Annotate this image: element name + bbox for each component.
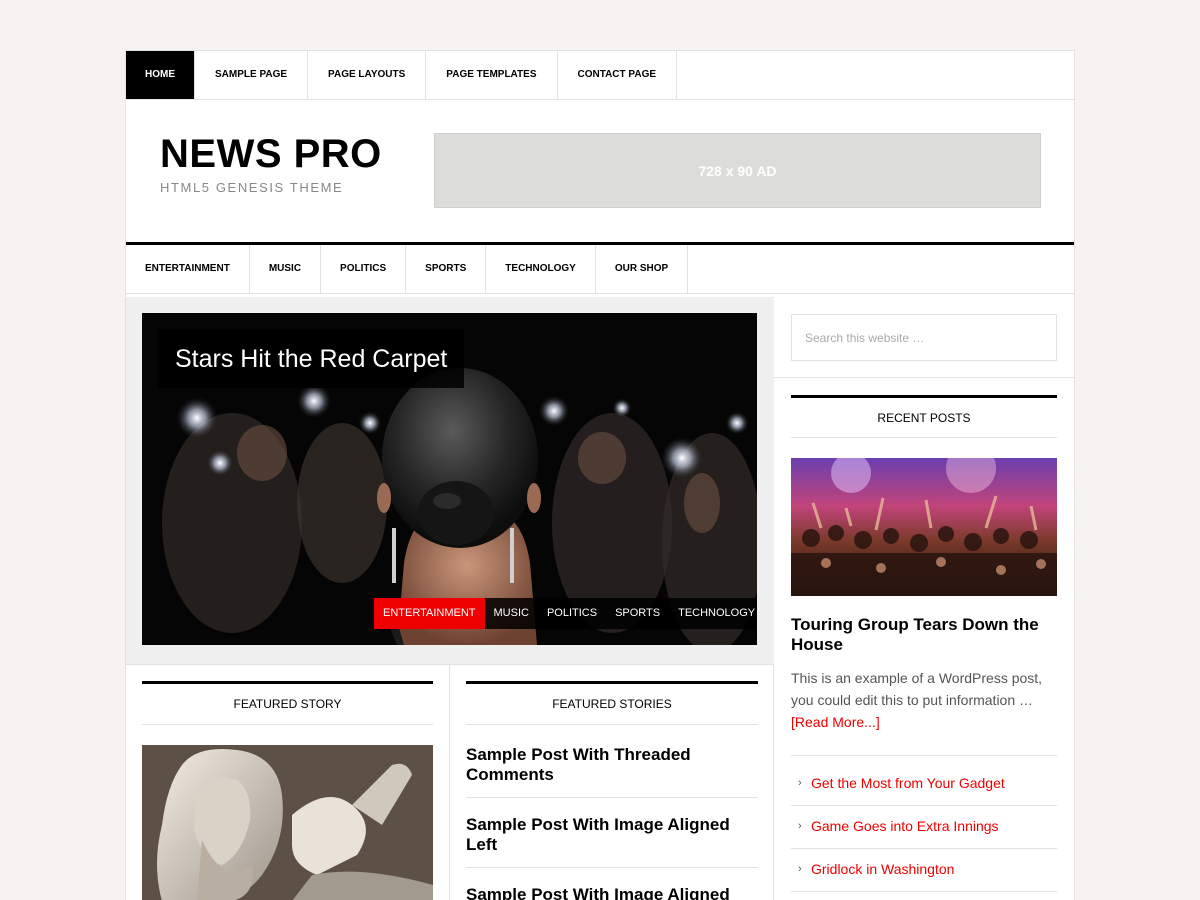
hero-tab-music[interactable]: MUSIC xyxy=(484,598,538,629)
featured-stories-widget: FEATURED STORIES Sample Post With Thread… xyxy=(450,665,774,900)
nav-item-page-templates[interactable]: PAGE TEMPLATES xyxy=(426,51,558,99)
recent-post-link[interactable]: › Get the Most from Your Gadget xyxy=(791,763,1057,806)
hero-tab-politics[interactable]: POLITICS xyxy=(537,598,607,629)
hero-section: Stars Hit the Red Carpet ENTERTAINMENT M… xyxy=(126,297,774,665)
recent-posts-list: › Get the Most from Your Gadget › Game Goe… xyxy=(791,763,1057,892)
read-more-link[interactable]: [Read More...] xyxy=(791,714,880,730)
nav-item-our-shop[interactable]: OUR SHOP xyxy=(596,245,689,293)
chevron-right-icon: › xyxy=(798,863,802,875)
sidebar: RECENT POSTS xyxy=(774,297,1074,900)
featured-story-image[interactable] xyxy=(142,745,433,900)
nav-item-music[interactable]: MUSIC xyxy=(250,245,322,293)
main-content: Stars Hit the Red Carpet ENTERTAINMENT M… xyxy=(126,297,774,900)
site-header: NEWS PRO HTML5 GENESIS THEME 728 x 90 AD xyxy=(126,100,1074,245)
nav-item-sports[interactable]: SPORTS xyxy=(406,245,487,293)
nav-item-home[interactable]: HOME xyxy=(126,51,195,99)
hero-category-tabs: ENTERTAINMENT MUSIC POLITICS SPORTS TECH… xyxy=(374,598,757,629)
recent-post-link-label: Game Goes into Extra Innings xyxy=(811,818,999,834)
nav-item-contact-page[interactable]: CONTACT PAGE xyxy=(558,51,678,99)
hero-title[interactable]: Stars Hit the Red Carpet xyxy=(158,329,465,388)
site-container: HOME SAMPLE PAGE PAGE LAYOUTS PAGE TEMPL… xyxy=(125,50,1075,900)
recent-post-excerpt: This is an example of a WordPress post, … xyxy=(791,667,1057,733)
sidebar-divider xyxy=(791,755,1057,756)
hero-tab-entertainment[interactable]: ENTERTAINMENT xyxy=(374,598,485,629)
top-navigation: HOME SAMPLE PAGE PAGE LAYOUTS PAGE TEMPL… xyxy=(126,51,1074,100)
site-tagline: HTML5 GENESIS THEME xyxy=(160,180,344,195)
featured-story-widget: FEATURED STORY xyxy=(126,665,450,900)
recent-post-image[interactable] xyxy=(791,458,1057,596)
nav-item-technology[interactable]: TECHNOLOGY xyxy=(486,245,596,293)
ad-label: 728 x 90 AD xyxy=(698,162,777,179)
excerpt-text: This is an example of a WordPress post, … xyxy=(791,670,1043,708)
story-link[interactable]: Sample Post With Threaded Comments xyxy=(466,745,758,798)
search-widget xyxy=(774,297,1074,378)
recent-post-link[interactable]: › Game Goes into Extra Innings xyxy=(791,806,1057,849)
nav-item-politics[interactable]: POLITICS xyxy=(321,245,407,293)
recent-post-link[interactable]: › Gridlock in Washington xyxy=(791,849,1057,892)
featured-stories-list: Sample Post With Threaded Comments Sampl… xyxy=(466,745,758,900)
recent-post-link-label: Get the Most from Your Gadget xyxy=(811,775,1005,791)
site-title[interactable]: NEWS PRO xyxy=(160,132,382,177)
chevron-right-icon: › xyxy=(798,777,802,789)
featured-stories-title: FEATURED STORIES xyxy=(466,681,758,725)
statue-image xyxy=(142,745,433,900)
concert-crowd-image xyxy=(791,458,1057,596)
secondary-navigation: ENTERTAINMENT MUSIC POLITICS SPORTS TECH… xyxy=(126,245,1074,294)
nav-item-page-layouts[interactable]: PAGE LAYOUTS xyxy=(308,51,427,99)
content-area: Stars Hit the Red Carpet ENTERTAINMENT M… xyxy=(126,297,1074,900)
hero-slider[interactable]: Stars Hit the Red Carpet ENTERTAINMENT M… xyxy=(142,313,757,645)
hero-tab-technology[interactable]: TECHNOLOGY xyxy=(669,598,757,629)
story-link[interactable]: Sample Post With Image Aligned xyxy=(466,885,758,900)
search-input[interactable] xyxy=(791,314,1057,361)
recent-posts-title: RECENT POSTS xyxy=(791,395,1057,438)
nav-item-sample-page[interactable]: SAMPLE PAGE xyxy=(195,51,309,99)
recent-post-title[interactable]: Touring Group Tears Down the House xyxy=(791,615,1057,655)
featured-story-title: FEATURED STORY xyxy=(142,681,433,725)
chevron-right-icon: › xyxy=(798,820,802,832)
hero-tab-sports[interactable]: SPORTS xyxy=(606,598,670,629)
ad-banner[interactable]: 728 x 90 AD xyxy=(434,133,1041,208)
story-link[interactable]: Sample Post With Image Aligned Left xyxy=(466,815,758,868)
recent-post-link-label: Gridlock in Washington xyxy=(811,861,955,877)
nav-item-entertainment[interactable]: ENTERTAINMENT xyxy=(126,245,250,293)
